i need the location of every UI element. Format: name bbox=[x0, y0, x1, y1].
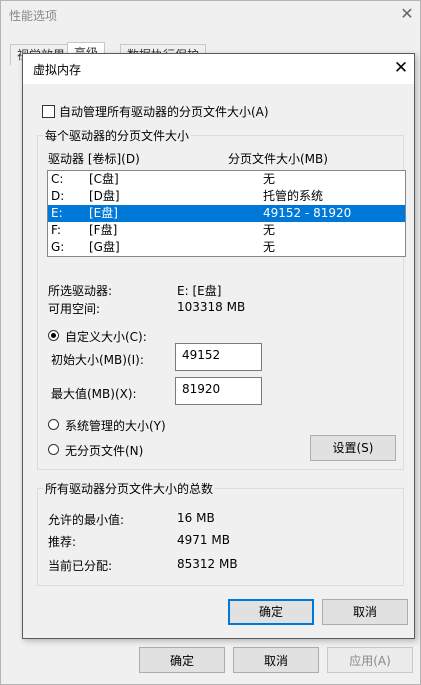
initial-size-label: 初始大小(MB)(I): bbox=[51, 353, 144, 367]
drive-list[interactable]: C: [C盘] 无 D: [D盘] 托管的系统 E: [E盘] 49152 - … bbox=[47, 170, 406, 257]
virtual-memory-dialog: 虚拟内存 ✕ 自动管理所有驱动器的分页文件大小(A) 每个驱动器的分页文件大小 … bbox=[22, 53, 415, 639]
cancel-button[interactable]: 取消 bbox=[322, 599, 408, 625]
list-item[interactable]: G: [G盘] 无 bbox=[48, 239, 405, 256]
bg-cancel-button[interactable]: 取消 bbox=[233, 647, 319, 673]
drive-letter: G: bbox=[51, 240, 65, 254]
custom-size-label[interactable]: 自定义大小(C): bbox=[65, 328, 147, 345]
selected-drive-label: 所选驱动器: bbox=[48, 284, 113, 298]
dialog-title: 虚拟内存 bbox=[33, 63, 82, 77]
system-managed-label[interactable]: 系统管理的大小(Y) bbox=[65, 417, 166, 434]
per-drive-group-label: 每个驱动器的分页文件大小 bbox=[43, 127, 192, 144]
drive-letter: E: bbox=[51, 206, 63, 220]
initial-size-input[interactable]: 49152 bbox=[175, 343, 262, 371]
free-space-value: 103318 MB bbox=[177, 300, 246, 314]
allocated-value: 85312 MB bbox=[177, 557, 238, 571]
auto-manage-checkbox[interactable] bbox=[42, 105, 55, 118]
close-icon[interactable]: ✕ bbox=[391, 58, 411, 78]
bg-apply-button[interactable]: 应用(A) bbox=[327, 647, 413, 673]
dialog-titlebar bbox=[23, 54, 414, 84]
free-space-label: 可用空间: bbox=[48, 302, 101, 316]
selected-drive-value: E: [E盘] bbox=[177, 284, 222, 298]
no-paging-label[interactable]: 无分页文件(N) bbox=[65, 442, 143, 459]
drive-label: [G盘] bbox=[89, 240, 120, 254]
drive-label: [E盘] bbox=[89, 206, 118, 220]
drive-size: 49152 - 81920 bbox=[263, 206, 352, 220]
column-header-size: 分页文件大小(MB) bbox=[228, 152, 328, 166]
drive-letter: C: bbox=[51, 172, 64, 186]
allocated-label: 当前已分配: bbox=[48, 559, 113, 573]
custom-size-radio[interactable] bbox=[48, 330, 59, 341]
list-item[interactable]: C: [C盘] 无 bbox=[48, 171, 405, 188]
set-button[interactable]: 设置(S) bbox=[310, 435, 396, 461]
drive-size: 无 bbox=[263, 240, 276, 254]
max-size-input[interactable]: 81920 bbox=[175, 377, 262, 405]
recommended-value: 4971 MB bbox=[177, 533, 230, 547]
recommended-label: 推荐: bbox=[48, 535, 77, 549]
drive-size: 无 bbox=[263, 223, 276, 237]
drive-letter: F: bbox=[51, 223, 62, 237]
drive-label: [C盘] bbox=[89, 172, 119, 186]
totals-group-label: 所有驱动器分页文件大小的总数 bbox=[43, 480, 216, 497]
drive-size: 无 bbox=[263, 172, 276, 186]
drive-letter: D: bbox=[51, 189, 65, 203]
ok-button[interactable]: 确定 bbox=[228, 599, 314, 625]
max-size-label: 最大值(MB)(X): bbox=[51, 387, 137, 401]
bg-ok-button[interactable]: 确定 bbox=[139, 647, 225, 673]
min-allowed-value: 16 MB bbox=[177, 511, 215, 525]
list-item[interactable]: D: [D盘] 托管的系统 bbox=[48, 188, 405, 205]
no-paging-radio[interactable] bbox=[48, 444, 59, 455]
auto-manage-label[interactable]: 自动管理所有驱动器的分页文件大小(A) bbox=[59, 103, 269, 120]
column-header-drive: 驱动器 [卷标](D) bbox=[48, 152, 140, 166]
close-icon[interactable]: ✕ bbox=[398, 5, 416, 23]
drive-size: 托管的系统 bbox=[263, 189, 324, 203]
drive-label: [D盘] bbox=[89, 189, 120, 203]
drive-label: [F盘] bbox=[89, 223, 118, 237]
system-managed-radio[interactable] bbox=[48, 419, 59, 430]
min-allowed-label: 允许的最小值: bbox=[48, 513, 125, 527]
list-item[interactable]: F: [F盘] 无 bbox=[48, 222, 405, 239]
window-title: 性能选项 bbox=[9, 9, 58, 23]
list-item-selected[interactable]: E: [E盘] 49152 - 81920 bbox=[48, 205, 405, 222]
